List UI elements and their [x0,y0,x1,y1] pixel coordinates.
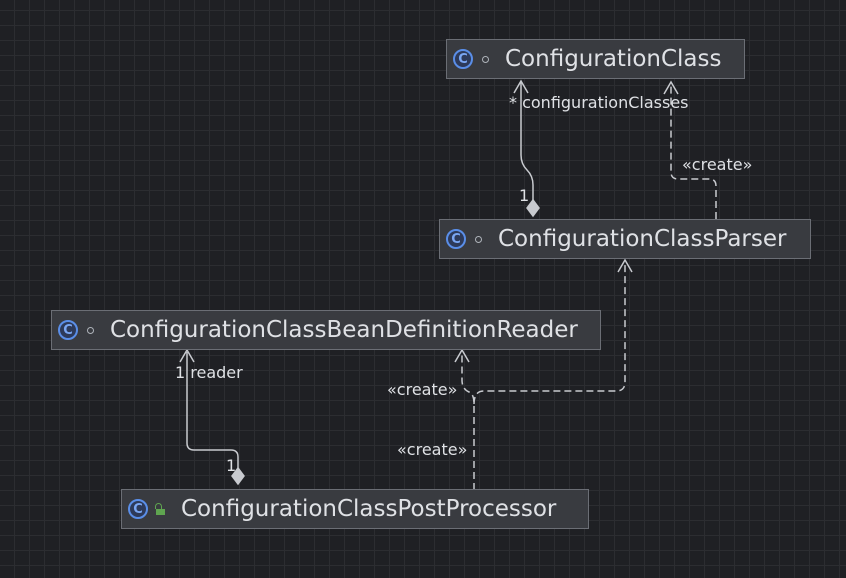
edge-label-multiplicity-parser: 1 [519,186,530,205]
class-icon: C [128,499,148,519]
class-icon: C [58,320,78,340]
edge-label-multiplicity-processor: 1 [226,456,237,475]
class-node-bean-definition-reader[interactable]: C ConfigurationClassBeanDefinitionReader [51,310,601,350]
class-name: ConfigurationClassPostProcessor [181,496,557,522]
class-name: ConfigurationClass [505,46,722,72]
package-private-icon [482,55,489,63]
public-icon [155,503,165,515]
class-node-post-processor[interactable]: C ConfigurationClassPostProcessor [121,489,589,529]
class-node-configuration-class[interactable]: C ConfigurationClass [446,39,745,79]
package-private-icon [475,235,482,243]
class-icon: C [453,49,473,69]
create-edges-processor [454,258,633,490]
class-name: ConfigurationClassParser [498,226,787,252]
edge-label-reader: 1 reader [175,363,243,382]
class-icon: C [446,229,466,249]
edge-label-create-parser-class: «create» [682,155,753,174]
edge-label-create-processor-reader: «create» [397,440,468,459]
edge-label-create-processor-parser: «create» [387,380,458,399]
edge-label-configuration-classes: * configurationClasses [509,93,689,112]
class-name: ConfigurationClassBeanDefinitionReader [110,317,578,343]
class-node-configuration-class-parser[interactable]: C ConfigurationClassParser [439,219,811,259]
package-private-icon [87,326,94,334]
